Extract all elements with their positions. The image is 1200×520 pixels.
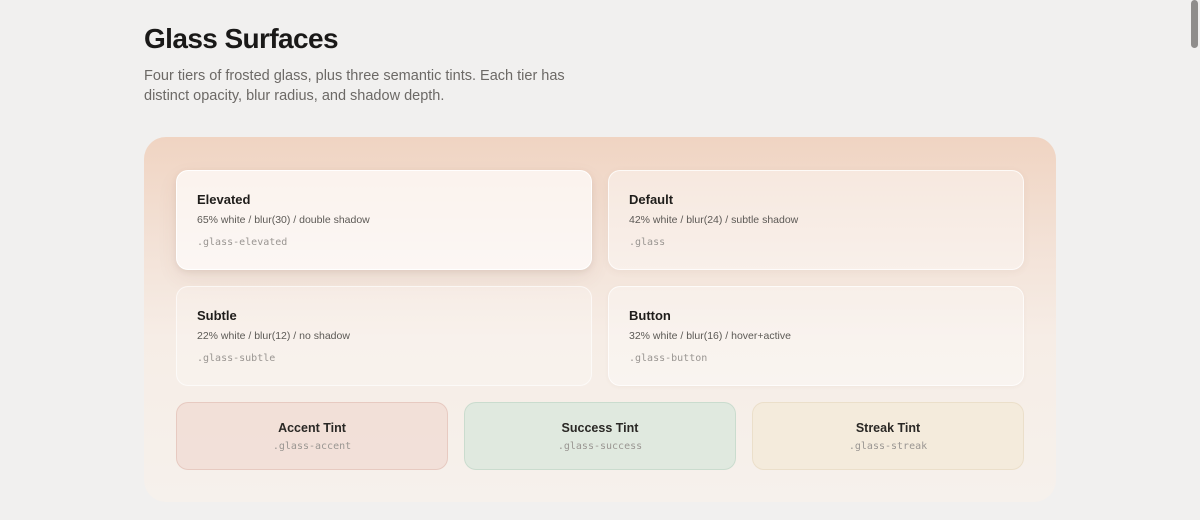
glass-showcase-panel: Elevated 65% white / blur(30) / double s… (144, 137, 1056, 502)
glass-card-default: Default 42% white / blur(24) / subtle sh… (608, 170, 1024, 270)
vertical-scrollbar[interactable] (1191, 0, 1198, 48)
tint-class-name: .glass-streak (848, 441, 928, 452)
page-description: Four tiers of frosted glass, plus three … (144, 68, 565, 104)
glass-card-button[interactable]: Button 32% white / blur(16) / hover+acti… (608, 286, 1024, 386)
card-spec: 32% white / blur(16) / hover+active (629, 330, 791, 342)
tint-title: Streak Tint (855, 421, 921, 435)
tint-card-success: Success Tint .glass-success (464, 402, 736, 470)
card-class-name: .glass (629, 237, 666, 248)
card-spec: 65% white / blur(30) / double shadow (197, 214, 370, 226)
tint-class-name: .glass-success (557, 441, 643, 452)
card-class-name: .glass-subtle (197, 353, 276, 364)
tint-title: Accent Tint (278, 421, 346, 435)
card-class-name: .glass-button (629, 353, 708, 364)
tint-card-accent: Accent Tint .glass-accent (176, 402, 448, 470)
card-spec: 22% white / blur(12) / no shadow (197, 330, 350, 342)
card-spec: 42% white / blur(24) / subtle shadow (629, 214, 799, 226)
glass-card-subtle: Subtle 22% white / blur(12) / no shadow … (176, 286, 592, 386)
card-title: Button (629, 308, 671, 323)
glass-card-elevated: Elevated 65% white / blur(30) / double s… (176, 170, 592, 270)
tint-class-name: .glass-accent (272, 441, 352, 452)
page-title: Glass Surfaces (144, 23, 339, 54)
tint-title: Success Tint (561, 421, 639, 435)
card-title: Elevated (197, 192, 251, 207)
card-title: Subtle (197, 308, 237, 323)
card-class-name: .glass-elevated (197, 237, 288, 248)
tint-card-streak: Streak Tint .glass-streak (752, 402, 1024, 470)
card-title: Default (629, 192, 674, 207)
